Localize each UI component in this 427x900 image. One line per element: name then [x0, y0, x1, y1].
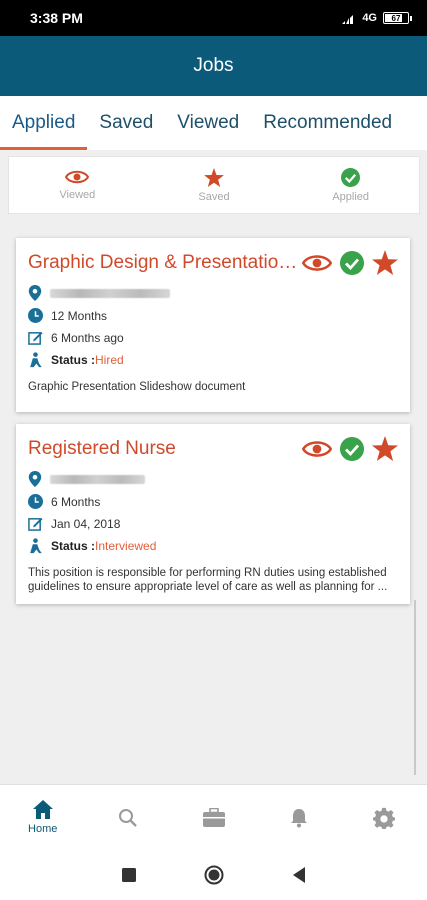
status-icons: 4G 67 [342, 12, 412, 24]
briefcase-icon [202, 808, 225, 827]
nav-jobs[interactable] [171, 785, 256, 850]
check-circle-icon [340, 436, 364, 461]
status-value: Interviewed [95, 539, 157, 553]
bell-icon [290, 808, 307, 827]
job-card[interactable]: Registered Nurse 6 Months Jan 04, 2018 S… [16, 424, 410, 604]
job-posted: Jan 04, 2018 [51, 516, 121, 531]
clock-icon [28, 494, 43, 509]
person-status-icon [30, 538, 42, 554]
nav-notifications[interactable] [256, 785, 341, 850]
job-title[interactable]: Graphic Design & Presentation ... [28, 252, 302, 274]
nav-search[interactable] [85, 785, 170, 850]
location-redacted [50, 288, 170, 298]
network-type: 4G [362, 12, 377, 24]
back-icon[interactable] [292, 867, 306, 883]
battery-level: 67 [391, 13, 401, 23]
check-circle-icon [341, 167, 361, 187]
star-icon[interactable] [372, 436, 398, 461]
app-bar: Jobs [0, 36, 427, 96]
status-legend: Viewed Saved Applied [8, 156, 420, 214]
home-circle-icon[interactable] [204, 865, 224, 885]
job-card[interactable]: Graphic Design & Presentation ... 12 Mon… [16, 238, 410, 412]
location-redacted [50, 474, 145, 484]
gear-icon [373, 807, 396, 829]
legend-viewed: Viewed [9, 157, 146, 213]
check-circle-icon [340, 250, 364, 275]
signal-icon [342, 15, 354, 24]
location-pin-icon [28, 285, 42, 301]
page-title: Jobs [193, 55, 234, 76]
tab-recommended[interactable]: Recommended [251, 96, 404, 150]
legend-applied: Applied [282, 157, 419, 213]
job-posted: 6 Months ago [51, 330, 124, 345]
recents-icon[interactable] [121, 868, 136, 882]
legend-viewed-label: Viewed [59, 189, 96, 201]
job-description: Graphic Presentation Slideshow document [28, 381, 246, 393]
bottom-nav: Home [0, 784, 427, 850]
jobs-tabs: Applied Saved Viewed Recommended [0, 96, 427, 150]
edit-icon [28, 331, 43, 345]
search-icon [119, 808, 137, 827]
eye-icon [302, 254, 332, 271]
legend-saved: Saved [146, 157, 283, 213]
star-icon [204, 167, 224, 187]
star-icon[interactable] [372, 250, 398, 275]
nav-home-label: Home [28, 823, 58, 835]
job-duration: 12 Months [51, 308, 108, 323]
eye-icon [65, 170, 90, 184]
status-value: Hired [95, 353, 124, 367]
tab-applied[interactable]: Applied [0, 96, 88, 150]
status-bar: 3:38 PM 4G 67 [0, 0, 427, 36]
home-icon [32, 800, 53, 819]
battery-icon: 67 [383, 12, 412, 24]
legend-saved-label: Saved [198, 190, 230, 203]
edit-icon [28, 517, 43, 531]
clock-icon [28, 308, 43, 323]
job-description: This position is responsible for perform… [28, 567, 388, 593]
person-status-icon [30, 352, 42, 368]
job-duration: 6 Months [51, 494, 101, 509]
job-title[interactable]: Registered Nurse [28, 438, 176, 460]
status-time: 3:38 PM [30, 10, 83, 26]
location-pin-icon [28, 471, 42, 487]
nav-home[interactable]: Home [0, 785, 85, 850]
eye-icon [302, 440, 332, 457]
tab-viewed[interactable]: Viewed [165, 96, 251, 150]
system-nav [0, 850, 427, 900]
status-label: Status : [51, 539, 96, 553]
scrollbar[interactable] [414, 600, 416, 775]
nav-settings[interactable] [342, 785, 427, 850]
legend-applied-label: Applied [332, 190, 370, 203]
status-label: Status : [51, 353, 96, 367]
tab-saved[interactable]: Saved [87, 96, 165, 150]
